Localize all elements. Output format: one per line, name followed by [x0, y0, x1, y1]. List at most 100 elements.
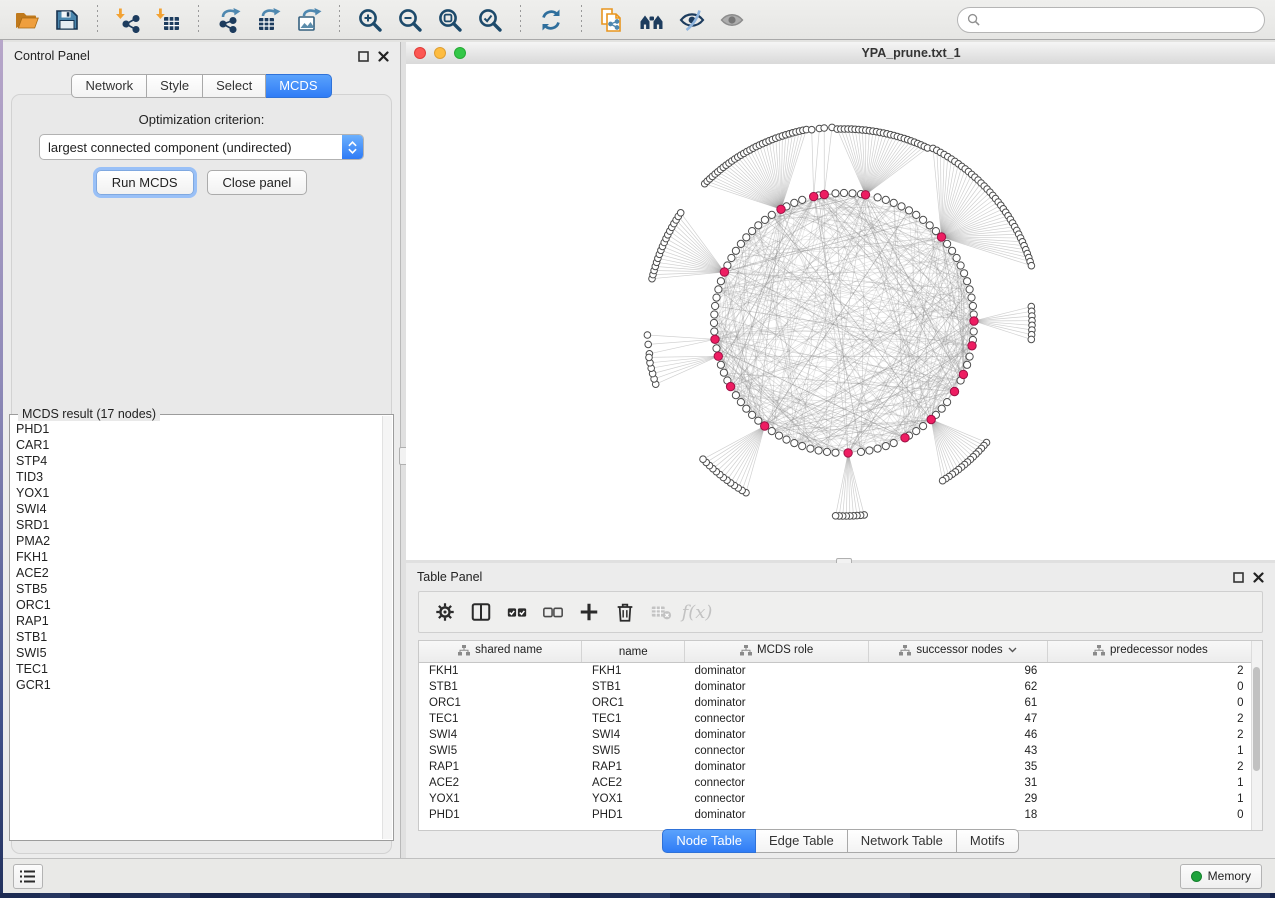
network-node[interactable] — [743, 234, 750, 241]
mcds-result-item[interactable]: SWI4 — [16, 501, 381, 517]
network-node[interactable] — [964, 361, 971, 368]
mcds-result-item[interactable]: YOX1 — [16, 485, 381, 501]
network-hub-node[interactable] — [844, 449, 852, 457]
network-hub-node[interactable] — [861, 191, 869, 199]
network-node[interactable] — [713, 294, 720, 301]
table-cell[interactable]: 2 — [1047, 663, 1253, 680]
network-node[interactable] — [755, 417, 762, 424]
mcds-result-item[interactable]: FKH1 — [16, 549, 381, 565]
delete-column-button[interactable] — [609, 596, 641, 628]
zoom-fit-button[interactable] — [433, 4, 467, 36]
table-cell[interactable]: 35 — [869, 759, 1048, 775]
node-table-grid[interactable]: shared namenameMCDS rolesuccessor nodesp… — [419, 641, 1254, 823]
network-node[interactable] — [711, 311, 718, 318]
network-node[interactable] — [717, 361, 724, 368]
import-network-button[interactable] — [111, 4, 145, 36]
tab-select[interactable]: Select — [203, 74, 266, 98]
table-cell[interactable]: 29 — [869, 791, 1048, 807]
network-node[interactable] — [882, 443, 889, 450]
table-cell[interactable]: connector — [684, 791, 868, 807]
table-cell[interactable]: YOX1 — [582, 791, 685, 807]
network-hub-node[interactable] — [714, 352, 722, 360]
table-cell[interactable]: 31 — [869, 775, 1048, 791]
tab-style[interactable]: Style — [147, 74, 203, 98]
column-header-predecessor-nodes[interactable]: predecessor nodes — [1047, 641, 1253, 663]
network-node[interactable] — [807, 445, 814, 452]
task-history-button[interactable] — [13, 864, 43, 889]
table-cell[interactable]: 1 — [1047, 743, 1253, 759]
network-node[interactable] — [920, 216, 927, 223]
table-cell[interactable]: SWI5 — [419, 743, 582, 759]
table-cell[interactable]: 43 — [869, 743, 1048, 759]
network-node[interactable] — [840, 189, 847, 196]
table-cell[interactable]: dominator — [684, 807, 868, 823]
search-field[interactable] — [957, 7, 1265, 33]
tab-network[interactable]: Network — [71, 74, 147, 98]
select-all-button[interactable] — [501, 596, 533, 628]
table-cell[interactable]: 2 — [1047, 759, 1253, 775]
table-cell[interactable]: 0 — [1047, 679, 1253, 695]
table-row[interactable]: PHD1PHD1dominator180 — [419, 807, 1254, 823]
network-node[interactable] — [700, 456, 707, 463]
export-table-button[interactable] — [252, 4, 286, 36]
network-node[interactable] — [677, 210, 684, 217]
zoom-selected-button[interactable] — [473, 4, 507, 36]
table-cell[interactable]: STB1 — [582, 679, 685, 695]
network-node[interactable] — [749, 228, 756, 235]
mcds-result-item[interactable]: TEC1 — [16, 661, 381, 677]
tab-network-table[interactable]: Network Table — [848, 829, 957, 853]
network-hub-node[interactable] — [711, 335, 719, 343]
network-node[interactable] — [944, 240, 951, 247]
table-cell[interactable]: 2 — [1047, 727, 1253, 743]
network-node[interactable] — [799, 196, 806, 203]
find-button[interactable] — [635, 4, 669, 36]
network-node[interactable] — [968, 294, 975, 301]
network-node[interactable] — [832, 190, 839, 197]
mcds-result-item[interactable]: ACE2 — [16, 565, 381, 581]
mcds-result-list[interactable]: PHD1CAR1STP4TID3YOX1SWI4SRD1PMA2FKH1ACE2… — [16, 421, 381, 838]
network-node[interactable] — [711, 328, 718, 335]
network-node[interactable] — [857, 448, 864, 455]
zoom-in-button[interactable] — [353, 4, 387, 36]
network-node[interactable] — [737, 240, 744, 247]
network-node[interactable] — [966, 286, 973, 293]
table-cell[interactable]: connector — [684, 775, 868, 791]
table-cell[interactable]: ACE2 — [582, 775, 685, 791]
tab-motifs[interactable]: Motifs — [957, 829, 1019, 853]
network-node[interactable] — [761, 216, 768, 223]
table-cell[interactable]: 0 — [1047, 807, 1253, 823]
table-cell[interactable]: connector — [684, 743, 868, 759]
network-node[interactable] — [815, 447, 822, 454]
network-node[interactable] — [732, 247, 739, 254]
criterion-select[interactable]: largest connected component (undirected) — [39, 134, 364, 160]
network-node[interactable] — [791, 440, 798, 447]
table-row[interactable]: ORC1ORC1dominator610 — [419, 695, 1254, 711]
network-node[interactable] — [821, 125, 828, 132]
table-cell[interactable]: 0 — [1047, 695, 1253, 711]
table-cell[interactable]: PHD1 — [419, 807, 582, 823]
mcds-result-item[interactable]: RAP1 — [16, 613, 381, 629]
network-node[interactable] — [715, 286, 722, 293]
network-node[interactable] — [832, 449, 839, 456]
network-node[interactable] — [944, 399, 951, 406]
mcds-result-item[interactable]: SRD1 — [16, 517, 381, 533]
table-cell[interactable]: ORC1 — [582, 695, 685, 711]
mcds-result-item[interactable]: CAR1 — [16, 437, 381, 453]
zoom-window-icon[interactable] — [454, 47, 466, 59]
network-node[interactable] — [939, 477, 946, 484]
network-node[interactable] — [768, 211, 775, 218]
table-cell[interactable]: TEC1 — [582, 711, 685, 727]
network-node[interactable] — [938, 405, 945, 412]
import-table-button[interactable] — [151, 4, 185, 36]
table-cell[interactable]: 47 — [869, 711, 1048, 727]
run-mcds-button[interactable]: Run MCDS — [96, 170, 194, 195]
table-cell[interactable]: YOX1 — [419, 791, 582, 807]
network-hub-node[interactable] — [777, 205, 785, 213]
result-scrollbar[interactable] — [382, 416, 392, 839]
network-node[interactable] — [957, 262, 964, 269]
tab-mcds[interactable]: MCDS — [266, 74, 331, 98]
network-hub-node[interactable] — [950, 387, 958, 395]
network-hub-node[interactable] — [937, 233, 945, 241]
mcds-result-item[interactable]: PMA2 — [16, 533, 381, 549]
network-hub-node[interactable] — [810, 192, 818, 200]
